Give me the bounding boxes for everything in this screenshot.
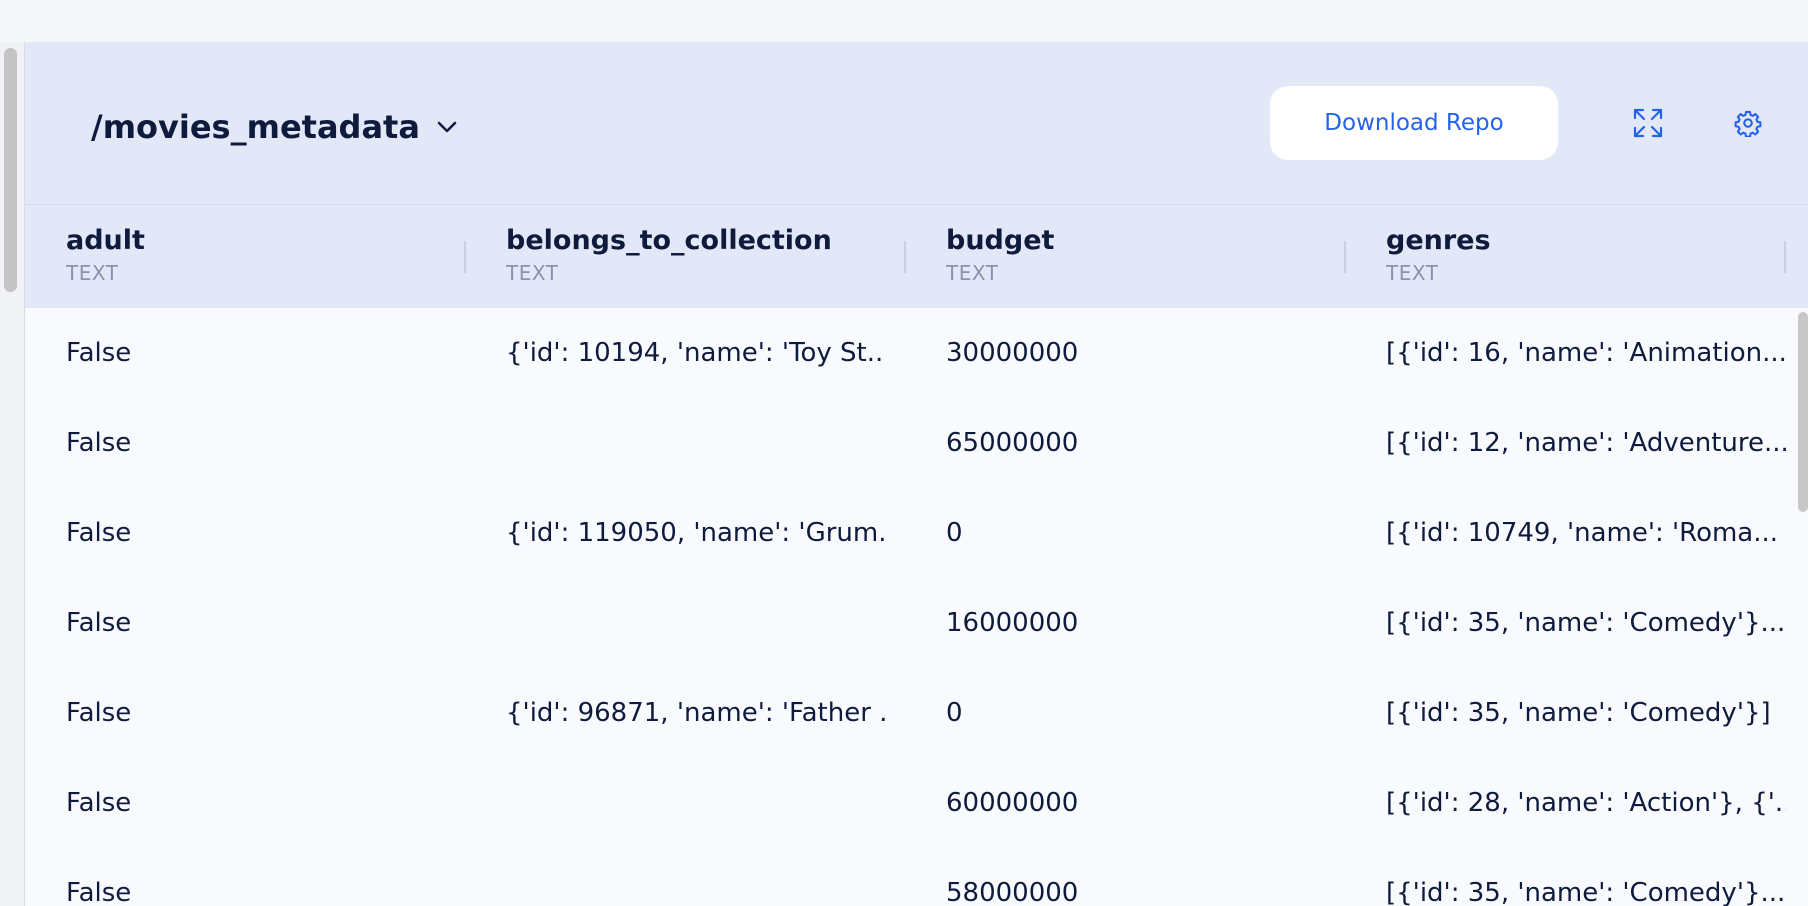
table-cell: False xyxy=(66,698,132,728)
column-type: TEXT xyxy=(506,261,559,285)
table-cell: False xyxy=(66,518,132,548)
table-cell: {'id': 119050, 'name': 'Grum... xyxy=(506,518,886,548)
table-header-row: adult TEXT belongs_to_collection TEXT bu… xyxy=(25,204,1808,308)
column-name: adult xyxy=(66,225,145,256)
table-cell: 65000000 xyxy=(946,428,1079,458)
repo-selector[interactable]: /movies_metadata xyxy=(91,108,458,146)
table-cell: False xyxy=(66,428,132,458)
column-header-budget[interactable]: budget TEXT xyxy=(946,223,1346,287)
table-cell: 16000000 xyxy=(946,608,1079,638)
table-row[interactable]: False 60000000 [{'id': 28, 'name': 'Acti… xyxy=(25,758,1808,848)
table-cell: 60000000 xyxy=(946,788,1079,818)
column-name: belongs_to_collection xyxy=(506,225,832,256)
repo-panel: /movies_metadata Download Repo adult TEX… xyxy=(25,42,1808,906)
column-name: budget xyxy=(946,225,1055,256)
page: /movies_metadata Download Repo adult TEX… xyxy=(0,0,1808,906)
download-repo-button[interactable]: Download Repo xyxy=(1270,86,1558,160)
table-cell: [{'id': 35, 'name': 'Comedy'}... xyxy=(1386,608,1786,638)
column-resize-handle[interactable] xyxy=(904,241,906,273)
repo-title: /movies_metadata xyxy=(91,108,420,146)
column-resize-handle[interactable] xyxy=(1344,241,1346,273)
table-cell: [{'id': 12, 'name': 'Adventure... xyxy=(1386,428,1786,458)
table-cell: [{'id': 28, 'name': 'Action'}, {'... xyxy=(1386,788,1786,818)
repo-header: /movies_metadata Download Repo xyxy=(25,42,1808,204)
gear-icon[interactable] xyxy=(1730,105,1766,141)
table-row[interactable]: False 58000000 [{'id': 35, 'name': 'Come… xyxy=(25,848,1808,906)
column-type: TEXT xyxy=(946,261,999,285)
table-cell: [{'id': 16, 'name': 'Animation... xyxy=(1386,338,1786,368)
table-cell: {'id': 96871, 'name': 'Father ... xyxy=(506,698,886,728)
left-scrollbar-thumb[interactable] xyxy=(4,48,17,292)
table-row[interactable]: False 65000000 [{'id': 12, 'name': 'Adve… xyxy=(25,398,1808,488)
table-row[interactable]: False 16000000 [{'id': 35, 'name': 'Come… xyxy=(25,578,1808,668)
table-cell: False xyxy=(66,878,132,906)
table-cell: False xyxy=(66,608,132,638)
table-cell: 30000000 xyxy=(946,338,1079,368)
table-cell: 58000000 xyxy=(946,878,1079,906)
table-cell xyxy=(506,578,886,668)
table-cell xyxy=(506,848,886,906)
column-header-adult[interactable]: adult TEXT xyxy=(66,223,466,287)
table-cell: {'id': 10194, 'name': 'Toy St... xyxy=(506,338,886,368)
column-resize-handle[interactable] xyxy=(464,241,466,273)
table-cell: [{'id': 35, 'name': 'Comedy'}... xyxy=(1386,878,1786,906)
left-scrollbar[interactable] xyxy=(0,42,25,906)
table-cell: 0 xyxy=(946,518,963,548)
table-scrollbar[interactable] xyxy=(1798,312,1808,512)
column-type: TEXT xyxy=(1386,261,1439,285)
table-cell: [{'id': 10749, 'name': 'Roma... xyxy=(1386,518,1779,548)
expand-icon[interactable] xyxy=(1630,105,1666,141)
table-cell: [{'id': 35, 'name': 'Comedy'}] xyxy=(1386,698,1771,728)
column-name: genres xyxy=(1386,225,1491,256)
table-row[interactable]: False {'id': 10194, 'name': 'Toy St... 3… xyxy=(25,308,1808,398)
table-row[interactable]: False {'id': 96871, 'name': 'Father ... … xyxy=(25,668,1808,758)
chevron-down-icon xyxy=(436,120,458,134)
table-cell: False xyxy=(66,338,132,368)
column-header-genres[interactable]: genres TEXT xyxy=(1386,223,1786,287)
column-header-belongs-to-collection[interactable]: belongs_to_collection TEXT xyxy=(506,223,906,287)
table-cell: 0 xyxy=(946,698,963,728)
table-cell xyxy=(506,398,886,488)
column-resize-handle[interactable] xyxy=(1784,241,1786,273)
table-row[interactable]: False {'id': 119050, 'name': 'Grum... 0 … xyxy=(25,488,1808,578)
table-body: False {'id': 10194, 'name': 'Toy St... 3… xyxy=(25,308,1808,906)
table-cell: False xyxy=(66,788,132,818)
table-cell xyxy=(506,758,886,848)
column-type: TEXT xyxy=(66,261,119,285)
